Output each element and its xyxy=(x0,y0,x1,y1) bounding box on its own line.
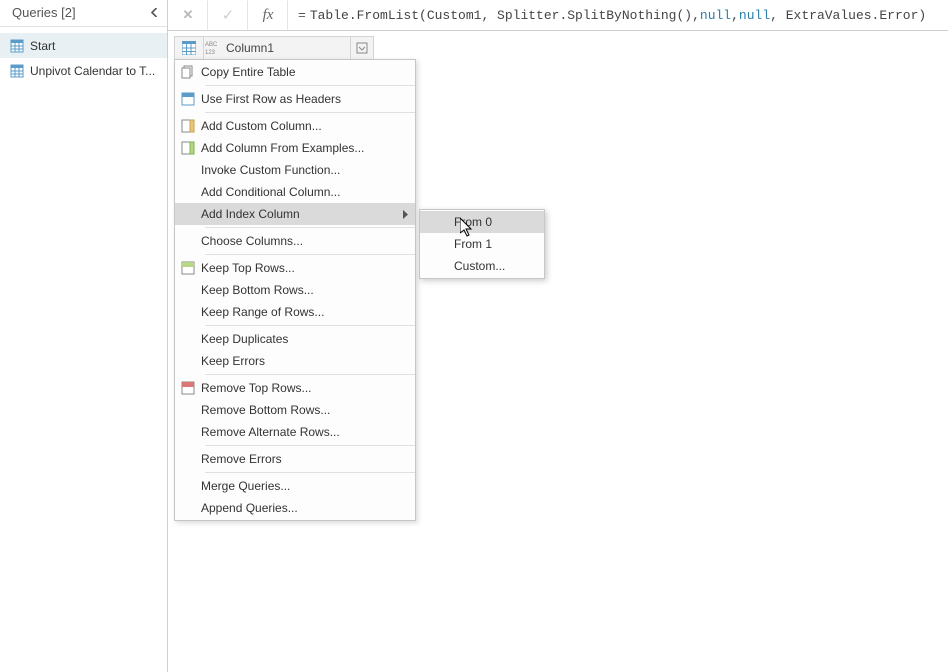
menu-keep-range-rows[interactable]: Keep Range of Rows... xyxy=(175,301,415,323)
submenu-label: From 1 xyxy=(454,237,492,251)
query-list: Start Unpivot Calendar to T... xyxy=(0,27,167,89)
menu-separator xyxy=(205,112,415,113)
menu-keep-top-rows[interactable]: Keep Top Rows... xyxy=(175,257,415,279)
fx-icon[interactable]: fx xyxy=(248,0,288,30)
context-menu: Copy Entire Table Use First Row as Heade… xyxy=(174,59,416,521)
cancel-formula-button[interactable]: ✕ xyxy=(168,0,208,30)
menu-separator xyxy=(205,325,415,326)
formula-null1: null xyxy=(700,8,731,23)
menu-keep-duplicates[interactable]: Keep Duplicates xyxy=(175,328,415,350)
menu-separator xyxy=(205,374,415,375)
query-item-label: Unpivot Calendar to T... xyxy=(30,64,155,78)
remove-rows-icon xyxy=(175,381,201,395)
menu-copy-entire-table[interactable]: Copy Entire Table xyxy=(175,61,415,83)
menu-label: Choose Columns... xyxy=(201,234,415,248)
menu-label: Keep Bottom Rows... xyxy=(201,283,415,297)
menu-label: Keep Duplicates xyxy=(201,332,415,346)
query-item-start[interactable]: Start xyxy=(0,33,167,58)
queries-header: Queries [2] xyxy=(0,0,167,27)
queries-title: Queries [2] xyxy=(12,5,76,20)
examples-column-icon xyxy=(175,141,201,155)
menu-add-conditional-column[interactable]: Add Conditional Column... xyxy=(175,181,415,203)
submenu-from-1[interactable]: From 1 xyxy=(420,233,544,255)
menu-label: Add Custom Column... xyxy=(201,119,415,133)
menu-add-column-from-examples[interactable]: Add Column From Examples... xyxy=(175,137,415,159)
copy-icon xyxy=(175,65,201,79)
menu-label: Use First Row as Headers xyxy=(201,92,415,106)
keep-rows-icon xyxy=(175,261,201,275)
menu-remove-top-rows[interactable]: Remove Top Rows... xyxy=(175,377,415,399)
menu-separator xyxy=(205,254,415,255)
formula-bar: ✕ ✓ fx = Table.FromList(Custom1, Splitte… xyxy=(168,0,948,31)
formula-seg1: Table.FromList(Custom1, Splitter.SplitBy… xyxy=(310,8,700,23)
menu-keep-errors[interactable]: Keep Errors xyxy=(175,350,415,372)
menu-remove-errors[interactable]: Remove Errors xyxy=(175,448,415,470)
menu-separator xyxy=(205,85,415,86)
grid-header: ABC 123 Column1 xyxy=(175,37,373,60)
menu-separator xyxy=(205,227,415,228)
formula-eq: = xyxy=(298,8,306,23)
menu-label: Append Queries... xyxy=(201,501,415,515)
table-icon xyxy=(10,64,24,78)
queries-pane: Queries [2] Start Unpivot Calendar to T.… xyxy=(0,0,168,672)
column-filter-button[interactable] xyxy=(350,37,373,59)
query-item-label: Start xyxy=(30,39,55,53)
add-index-submenu: From 0 From 1 Custom... xyxy=(419,209,545,279)
menu-merge-queries[interactable]: Merge Queries... xyxy=(175,475,415,497)
add-column-icon xyxy=(175,119,201,133)
formula-null2: null xyxy=(739,8,770,23)
svg-text:ABC: ABC xyxy=(205,42,218,48)
menu-choose-columns[interactable]: Choose Columns... xyxy=(175,230,415,252)
menu-label: Keep Errors xyxy=(201,354,415,368)
formula-input[interactable]: = Table.FromList(Custom1, Splitter.Split… xyxy=(288,0,948,30)
menu-add-custom-column[interactable]: Add Custom Column... xyxy=(175,115,415,137)
menu-label: Add Conditional Column... xyxy=(201,185,415,199)
submenu-label: From 0 xyxy=(454,215,492,229)
menu-label: Merge Queries... xyxy=(201,479,415,493)
menu-label: Add Column From Examples... xyxy=(201,141,415,155)
column-header[interactable]: Column1 xyxy=(222,37,350,59)
submenu-custom[interactable]: Custom... xyxy=(420,255,544,277)
collapse-pane-icon[interactable] xyxy=(150,0,159,26)
svg-text:123: 123 xyxy=(205,50,216,56)
menu-label: Copy Entire Table xyxy=(201,65,415,79)
menu-append-queries[interactable]: Append Queries... xyxy=(175,497,415,519)
menu-label: Keep Top Rows... xyxy=(201,261,415,275)
menu-remove-bottom-rows[interactable]: Remove Bottom Rows... xyxy=(175,399,415,421)
menu-remove-alternate-rows[interactable]: Remove Alternate Rows... xyxy=(175,421,415,443)
menu-label: Add Index Column xyxy=(201,207,397,221)
formula-sep1: , xyxy=(731,8,739,23)
confirm-formula-button[interactable]: ✓ xyxy=(208,0,248,30)
menu-separator xyxy=(205,445,415,446)
table-icon xyxy=(10,39,24,53)
menu-label: Remove Top Rows... xyxy=(201,381,415,395)
formula-seg2: , ExtraValues.Error) xyxy=(770,8,926,23)
query-item-unpivot[interactable]: Unpivot Calendar to T... xyxy=(0,58,167,83)
menu-invoke-custom-function[interactable]: Invoke Custom Function... xyxy=(175,159,415,181)
submenu-arrow-icon xyxy=(397,210,415,219)
headers-icon xyxy=(175,92,201,106)
menu-label: Remove Alternate Rows... xyxy=(201,425,415,439)
menu-label: Invoke Custom Function... xyxy=(201,163,415,177)
grid-select-all[interactable] xyxy=(175,37,204,59)
column-type-icon[interactable]: ABC 123 xyxy=(204,37,222,59)
menu-label: Remove Errors xyxy=(201,452,415,466)
menu-add-index-column[interactable]: Add Index Column xyxy=(175,203,415,225)
menu-label: Remove Bottom Rows... xyxy=(201,403,415,417)
menu-separator xyxy=(205,472,415,473)
menu-label: Keep Range of Rows... xyxy=(201,305,415,319)
submenu-label: Custom... xyxy=(454,259,505,273)
submenu-from-0[interactable]: From 0 xyxy=(420,211,544,233)
menu-keep-bottom-rows[interactable]: Keep Bottom Rows... xyxy=(175,279,415,301)
menu-use-first-row[interactable]: Use First Row as Headers xyxy=(175,88,415,110)
